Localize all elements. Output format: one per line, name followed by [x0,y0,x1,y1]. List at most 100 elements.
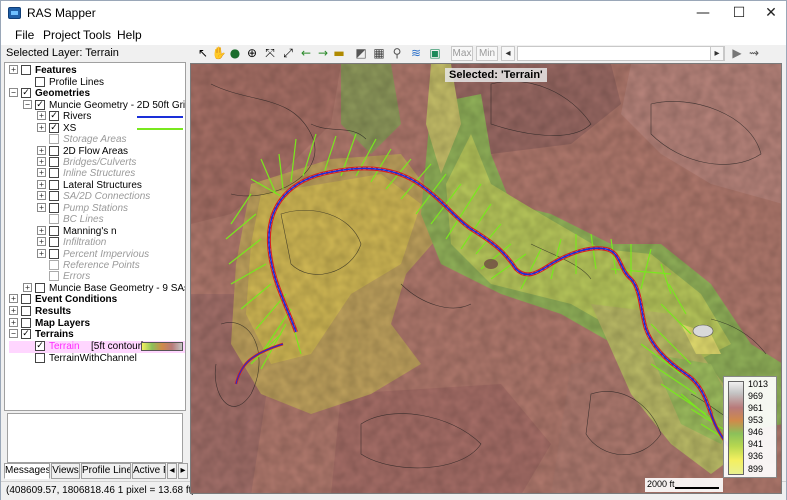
bc-lines-checkbox[interactable] [49,214,59,224]
time-slider[interactable] [517,46,725,61]
tree-label: Infiltration [63,237,107,248]
tree-label: Results [35,306,72,317]
raster-icon[interactable]: ▦ [371,45,387,61]
results-checkbox[interactable] [21,306,31,316]
xs-checkbox[interactable]: ✓ [49,123,59,133]
tab-scroll-right[interactable]: ▸ [178,463,188,479]
terrains-checkbox[interactable]: ✓ [21,329,31,339]
pointer-icon[interactable]: ↖ [195,45,211,61]
terrain-profile-icon[interactable]: ◩ [353,45,369,61]
expand-icon[interactable]: + [37,180,46,189]
tab-active-features[interactable]: Active F [132,463,166,479]
bottom-tabs: Messages Views Profile Lines Active F ◂ … [4,463,189,479]
tree-label: 2D Flow Areas [63,146,129,157]
expand-icon[interactable]: + [9,65,18,74]
expand-icon[interactable]: + [37,237,46,246]
expand-icon[interactable]: + [37,191,46,200]
collapse-icon[interactable]: − [9,329,18,338]
tab-profile-lines[interactable]: Profile Lines [81,463,131,479]
rivers-checkbox[interactable]: ✓ [49,111,59,121]
3d-view-icon[interactable]: ▣ [427,45,443,61]
muncie-base-checkbox[interactable] [35,283,45,293]
prev-step-button[interactable]: ◂ [501,46,515,61]
tree-label: Errors [63,271,91,282]
globe-icon[interactable]: ● [227,45,243,61]
elevation-legend: 1013 969 961 953 946 941 936 899 [723,376,777,478]
next-step-button[interactable]: ▸ [710,46,724,61]
menu-project[interactable]: Project [43,28,80,42]
terrain-map[interactable] [191,64,782,494]
scale-bar: 2000 ft [645,478,723,492]
layer-stack-icon[interactable]: ≋ [408,45,424,61]
errors-checkbox[interactable] [49,271,59,281]
storage-areas-checkbox[interactable] [49,134,59,144]
expand-icon[interactable]: + [37,226,46,235]
expand-icon[interactable]: + [9,294,18,303]
features-checkbox[interactable] [21,65,31,75]
play-button[interactable]: ▶ [729,45,745,61]
menu-help[interactable]: Help [117,28,142,42]
expand-icon[interactable]: + [23,283,32,292]
measure-icon[interactable]: ▬ [331,45,347,61]
max-button[interactable]: Max [451,46,473,61]
expand-icon[interactable]: + [9,306,18,315]
app-icon [8,7,21,19]
reference-points-checkbox[interactable] [49,260,59,270]
tree-label: BC Lines [63,214,104,225]
expand-icon[interactable]: + [37,203,46,212]
tab-messages[interactable]: Messages [4,463,50,479]
menu-tools[interactable]: Tools [83,28,111,42]
2d-flow-areas-checkbox[interactable] [49,146,59,156]
sa2d-connections-checkbox[interactable] [49,191,59,201]
expand-icon[interactable]: + [37,157,46,166]
zoom-extent-icon[interactable]: ⤧ [262,45,278,61]
minimize-button[interactable]: — [686,1,720,25]
pan-hand-icon[interactable]: ✋ [211,45,227,61]
tree-label: Inline Structures [63,168,136,179]
forward-arrow-icon[interactable]: → [315,45,331,61]
expand-icon[interactable]: + [37,111,46,120]
map-layers-checkbox[interactable] [21,318,31,328]
expand-icon[interactable]: + [37,168,46,177]
messages-panel [7,413,183,463]
profile-lines-checkbox[interactable] [35,77,45,87]
back-arrow-icon[interactable]: ← [298,45,314,61]
pump-stations-checkbox[interactable] [49,203,59,213]
tree-label: Terrains [35,329,74,340]
maximize-button[interactable]: ☐ [722,1,756,25]
zoom-full-icon[interactable]: ⤢ [280,45,296,61]
tab-scroll-left[interactable]: ◂ [167,463,177,479]
expand-icon[interactable]: + [37,146,46,155]
tree-label: Profile Lines [49,77,105,88]
percent-impervious-checkbox[interactable] [49,249,59,259]
mannings-n-checkbox[interactable] [49,226,59,236]
bridges-culverts-checkbox[interactable] [49,157,59,167]
infiltration-checkbox[interactable] [49,237,59,247]
expand-icon[interactable]: + [37,249,46,258]
selected-layer-label: Selected Layer: Terrain [6,47,119,59]
tree-node-xs[interactable]: + ✓ XS [37,123,185,134]
window-title: RAS Mapper [27,6,96,20]
tab-views[interactable]: Views [51,463,80,479]
tree-node-terrain[interactable]: ✓ Terrain [5ft contour] [9,341,185,353]
zoom-in-icon[interactable]: ⊕ [244,45,260,61]
animate-icon[interactable]: ⇝ [746,45,762,61]
map-view[interactable]: Selected: 'Terrain' 1013 969 961 953 946… [190,63,782,494]
event-conditions-checkbox[interactable] [21,294,31,304]
min-button[interactable]: Min [476,46,498,61]
expand-icon[interactable]: + [37,123,46,132]
tree-node-rivers[interactable]: + ✓ Rivers [37,111,185,122]
menu-file[interactable]: File [15,28,34,42]
lateral-structures-checkbox[interactable] [49,180,59,190]
identify-icon[interactable]: ⚲ [389,45,405,61]
terrain-with-channel-checkbox[interactable] [35,353,45,363]
geometries-checkbox[interactable]: ✓ [21,88,31,98]
expand-icon[interactable]: + [9,318,18,327]
collapse-icon[interactable]: − [23,100,32,109]
terrain-checkbox[interactable]: ✓ [35,341,45,351]
close-button[interactable]: ✕ [754,1,787,25]
muncie-geometry-checkbox[interactable]: ✓ [35,100,45,110]
ras-mapper-window: RAS Mapper — ☐ ✕ File Project Tools Help… [0,0,787,500]
collapse-icon[interactable]: − [9,88,18,97]
inline-structures-checkbox[interactable] [49,168,59,178]
